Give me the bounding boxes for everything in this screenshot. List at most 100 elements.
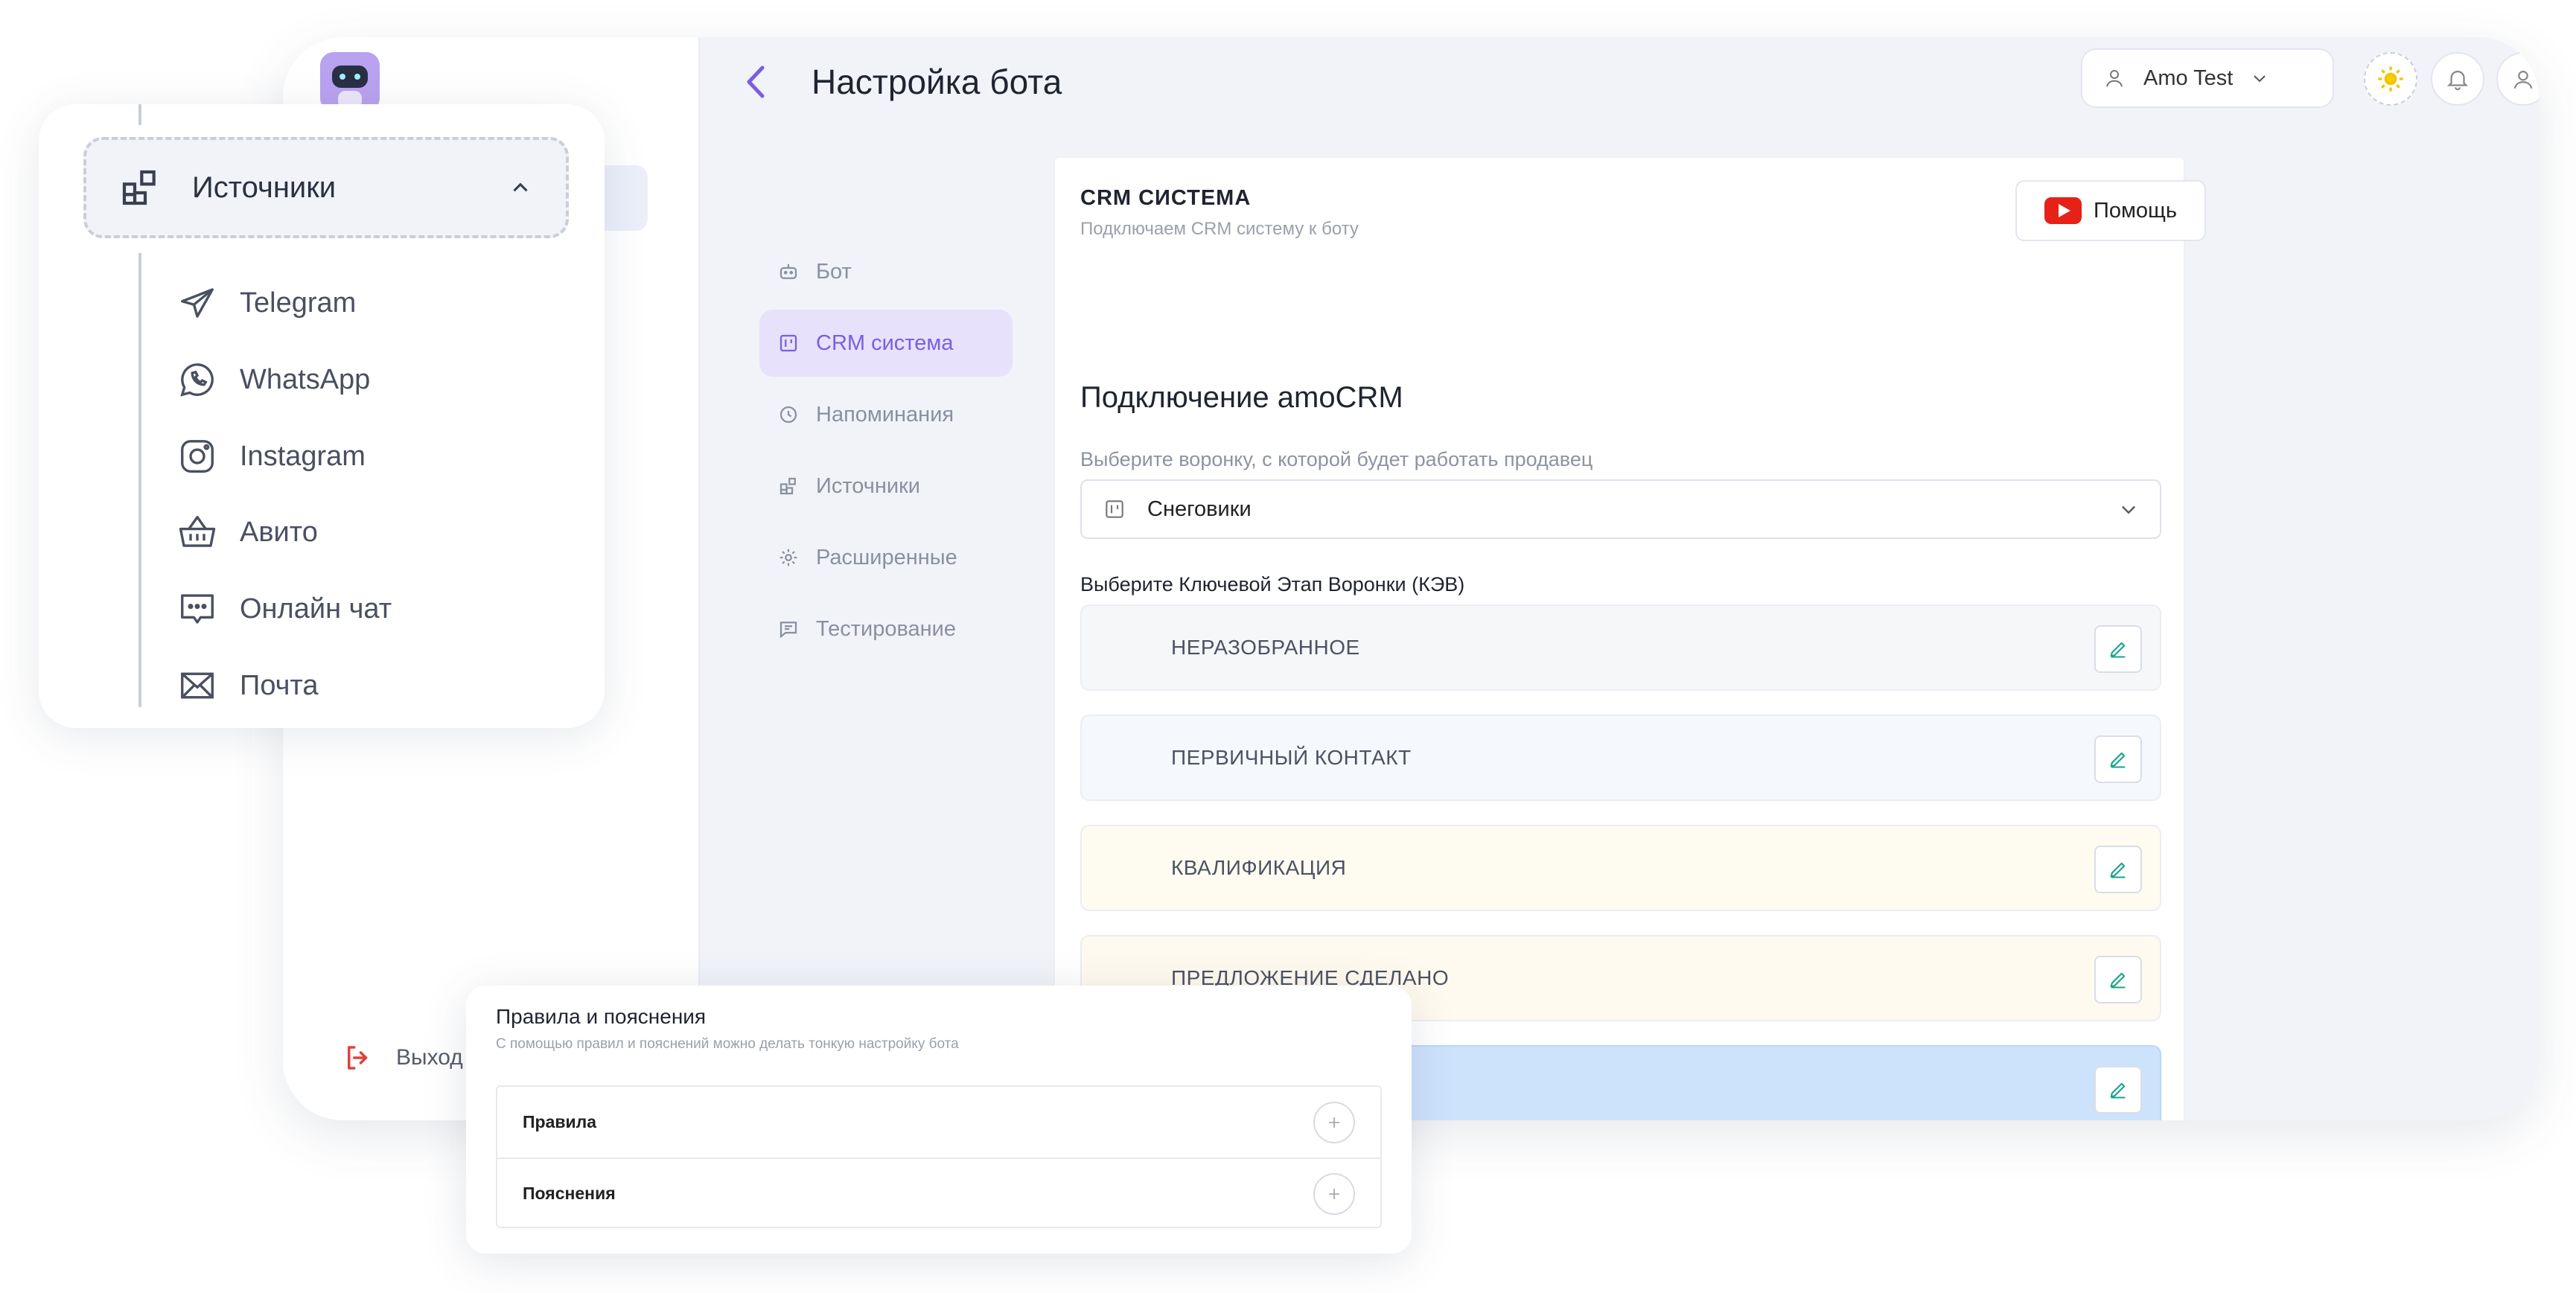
sources-header[interactable]: Источники [83,137,569,238]
source-label: Telegram [240,287,357,319]
rules-row[interactable]: Правила [497,1087,1380,1158]
add-rule-button[interactable] [1313,1101,1355,1143]
funnel-label: Выберите воронку, с которой будет работа… [1080,448,1593,470]
notifications-button[interactable] [2431,52,2484,106]
youtube-icon [2044,197,2082,224]
logout-label: Выход [396,1045,463,1070]
instagram-icon [181,440,214,473]
pencil-icon [2110,862,2126,878]
chevron-down-icon [2122,505,2135,514]
page-header: Настройка бота [745,60,1062,104]
rules-row-label: Пояснения [523,1184,616,1203]
help-label: Помощь [2093,198,2177,223]
nav-item-label: CRM система [816,331,954,355]
edit-stage-button[interactable] [2094,846,2142,893]
source-telegram[interactable]: Telegram [177,283,356,323]
blocks-icon [780,477,796,495]
source-label: WhatsApp [240,363,371,395]
rules-list: Правила Пояснения [496,1085,1382,1228]
sources-panel: Источники Telegram WhatsApp Instagram Ав… [39,104,605,728]
profile-button[interactable] [2496,52,2539,106]
rules-panel: Правила и пояснения С помощью правил и п… [466,986,1412,1254]
source-label: Авито [240,516,318,548]
nav-item-label: Тестирование [816,616,957,641]
mail-icon [181,672,214,699]
nav-item-label: Напоминания [816,402,954,427]
tree-line [138,104,141,125]
funnel-stage[interactable]: НЕРАЗОБРАННОЕ [1080,604,2161,691]
stage-label: ПЕРВИЧНЫЙ КОНТАКТ [1171,746,1412,769]
funnel-select[interactable]: Снеговики [1080,479,2161,539]
kanban-icon [1106,500,1123,518]
account-selector[interactable]: Amo Test [2081,48,2334,108]
add-explanation-button[interactable] [1313,1172,1355,1215]
source-label: Instagram [240,440,366,472]
chevron-down-icon [2254,75,2266,83]
pencil-icon [2110,972,2126,989]
logout-button[interactable]: Выход [342,1042,463,1073]
nav-item-advanced[interactable]: Расширенные [759,524,1013,591]
pencil-icon [2110,1082,2126,1099]
basket-icon [179,516,216,547]
bell-icon [2446,71,2469,91]
source-avito[interactable]: Авито [177,512,318,552]
nav-item-crm[interactable]: CRM система [759,310,1013,377]
card-subtitle: Подключаем CRM систему к боту [1080,219,1359,239]
edit-stage-button[interactable] [2094,735,2142,783]
bot-icon [780,264,797,279]
rules-row-label: Правила [523,1112,597,1131]
help-button[interactable]: Помощь [2015,180,2206,241]
nav-item-sources[interactable]: Источники [759,453,1013,520]
user-icon [2513,70,2533,89]
sun-icon [2378,66,2403,92]
nav-item-bot[interactable]: Бот [759,238,1013,305]
edit-stage-button[interactable] [2094,956,2142,1003]
funnel-value: Снеговики [1147,497,1252,521]
whatsapp-icon [180,363,214,397]
stage-label: НЕРАЗОБРАННОЕ [1171,636,1360,659]
settings-nav: Бот CRM система Напоминания Источники Ра… [759,238,1013,667]
page-title: Настройка бота [812,63,1062,101]
nav-item-testing[interactable]: Тестирование [759,596,1013,663]
logout-icon [348,1046,368,1070]
source-mail[interactable]: Почта [177,665,319,706]
gear-icon [780,549,797,566]
funnel-stage[interactable]: ПЕРВИЧНЫЙ КОНТАКТ [1080,715,2161,801]
chevron-up-icon [513,182,528,192]
chat-bubble-icon [181,594,214,624]
rules-title: Правила и пояснения [496,1005,707,1028]
source-instagram[interactable]: Instagram [177,436,366,476]
edit-stage-button[interactable] [2094,1066,2142,1114]
nav-item-label: Бот [816,259,852,284]
back-button[interactable] [745,60,774,104]
bot-logo[interactable] [320,52,380,112]
account-name: Amo Test [2143,66,2234,90]
app-window: Выход Настройка бота Amo Test Бот CRM си… [283,37,2539,1120]
telegram-icon [181,288,214,318]
card-title: CRM СИСТЕМА [1080,186,1252,210]
theme-toggle[interactable] [2364,52,2417,106]
source-online-chat[interactable]: Онлайн чат [177,589,392,629]
stage-label: КВАЛИФИКАЦИЯ [1171,856,1347,879]
plus-icon [1329,1188,1339,1199]
nav-item-reminders[interactable]: Напоминания [759,381,1013,448]
plus-icon [1329,1117,1339,1128]
rules-subtitle: С помощью правил и пояснений можно делат… [496,1036,959,1052]
clock-icon [780,406,797,424]
edit-stage-button[interactable] [2094,625,2142,673]
rules-row[interactable]: Пояснения [497,1158,1380,1228]
crm-card: CRM СИСТЕМА Подключаем CRM систему к бот… [1053,156,2206,1120]
source-whatsapp[interactable]: WhatsApp [177,360,370,400]
nav-item-label: Расширенные [816,545,957,569]
chat-icon [780,622,797,639]
source-label: Почта [240,669,319,701]
pencil-icon [2110,752,2126,768]
nav-item-label: Источники [816,473,921,498]
sources-title: Источники [192,170,337,204]
chevron-left-icon [747,66,765,98]
source-label: Онлайн чат [240,593,392,625]
user-icon [2106,70,2123,87]
blocks-icon [122,170,156,205]
pencil-icon [2110,642,2126,658]
funnel-stage[interactable]: КВАЛИФИКАЦИЯ [1080,825,2161,911]
